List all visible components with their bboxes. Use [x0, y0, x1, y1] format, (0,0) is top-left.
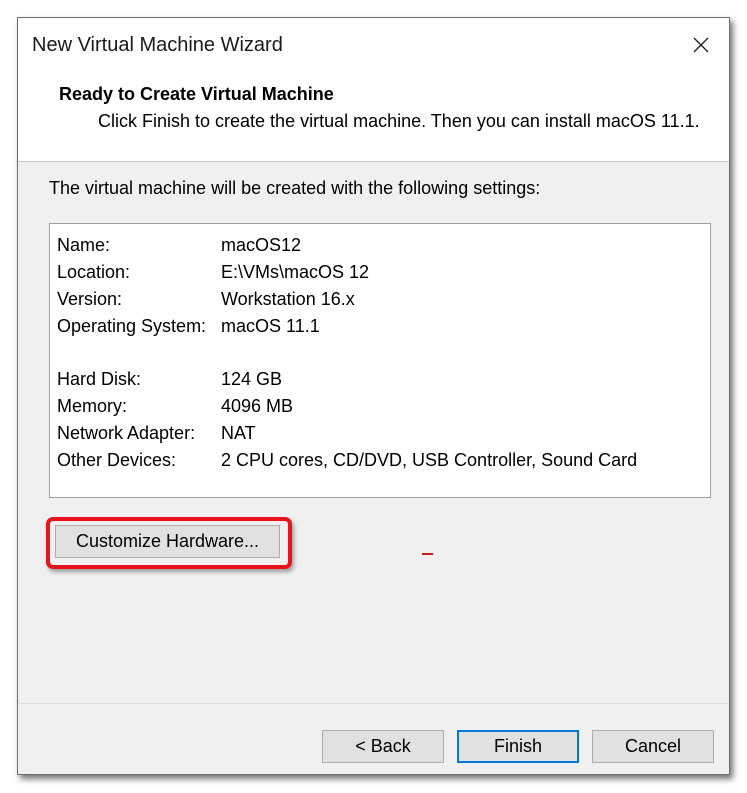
- cancel-button[interactable]: Cancel: [592, 730, 714, 763]
- setting-row: Other Devices: 2 CPU cores, CD/DVD, USB …: [57, 447, 637, 474]
- setting-value: macOS12: [221, 235, 302, 255]
- page-description: Click Finish to create the virtual machi…: [98, 111, 700, 131]
- wizard-window: New Virtual Machine Wizard Ready to Crea…: [17, 17, 730, 775]
- finish-button[interactable]: Finish: [457, 730, 579, 763]
- settings-summary: Name: macOS12 Location: E:\VMs\macOS 12 …: [49, 223, 711, 498]
- wizard-header: Ready to Create Virtual Machine Click Fi…: [18, 72, 729, 162]
- setting-value: 124 GB: [221, 369, 283, 389]
- setting-label: Operating System:: [57, 316, 207, 336]
- setting-label: Other Devices:: [57, 450, 177, 470]
- setting-label: Memory:: [57, 396, 128, 416]
- setting-value: E:\VMs\macOS 12: [221, 262, 370, 282]
- setting-row: Hard Disk: 124 GB: [57, 366, 637, 393]
- setting-value: 2 CPU cores, CD/DVD, USB Controller, Sou…: [221, 450, 638, 470]
- setting-label: Network Adapter:: [57, 423, 196, 443]
- close-icon: [693, 37, 709, 53]
- setting-row: Operating System: macOS 11.1: [57, 313, 637, 340]
- setting-value: macOS 11.1: [221, 316, 320, 336]
- setting-label: Location:: [57, 262, 131, 282]
- setting-label: Version:: [57, 289, 123, 309]
- window-title: New Virtual Machine Wizard: [32, 34, 283, 56]
- settings-intro: The virtual machine will be created with…: [49, 178, 541, 198]
- setting-value: NAT: [221, 423, 256, 443]
- setting-row: Name: macOS12: [57, 232, 637, 259]
- red-mark: [422, 553, 433, 555]
- setting-label: Name:: [57, 235, 111, 255]
- setting-spacer: [57, 340, 637, 366]
- customize-highlight: Customize Hardware...: [46, 517, 292, 569]
- setting-row: Version: Workstation 16.x: [57, 286, 637, 313]
- setting-row: Memory: 4096 MB: [57, 393, 637, 420]
- setting-label: Hard Disk:: [57, 369, 142, 389]
- setting-row: Location: E:\VMs\macOS 12: [57, 259, 637, 286]
- back-button[interactable]: < Back: [322, 730, 444, 763]
- customize-hardware-button[interactable]: Customize Hardware...: [55, 525, 280, 558]
- setting-row: Network Adapter: NAT: [57, 420, 637, 447]
- setting-value: Workstation 16.x: [221, 289, 355, 309]
- page-title: Ready to Create Virtual Machine: [59, 84, 334, 104]
- settings-table: Name: macOS12 Location: E:\VMs\macOS 12 …: [57, 232, 637, 474]
- setting-value: 4096 MB: [221, 396, 294, 416]
- button-bar: < Back Finish Cancel: [18, 703, 729, 774]
- title-bar: New Virtual Machine Wizard: [18, 18, 729, 72]
- close-button[interactable]: [683, 28, 719, 62]
